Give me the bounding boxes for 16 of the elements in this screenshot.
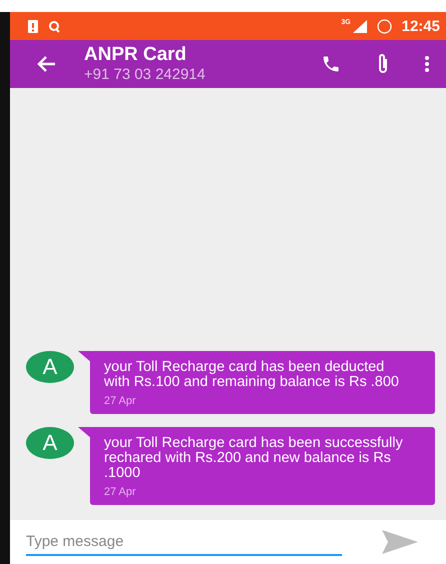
- avatar: A: [26, 427, 74, 459]
- attachment-button[interactable]: [376, 53, 390, 75]
- phone-number: +91 73 03 242914: [84, 66, 206, 84]
- signal-icon: [352, 20, 367, 32]
- circle-icon: [376, 18, 392, 34]
- message-date: 27 Apr: [104, 486, 137, 498]
- message-input[interactable]: Type message: [26, 528, 342, 556]
- message-text: your Toll Recharge card has been successfully rechared with Rs.200 and new balance is Rs .1000: [104, 436, 404, 481]
- alert-icon: [28, 20, 38, 32]
- clock: 12:45: [402, 18, 440, 34]
- avatar: A: [26, 351, 74, 383]
- contact-name: ANPR Card: [84, 44, 188, 66]
- more-options-button[interactable]: [424, 55, 430, 73]
- message-date: 27 Apr: [104, 395, 137, 407]
- message-text: your Toll Recharge card has been deducted with Rs.100 and remaining balance is Rs .800: [104, 360, 400, 390]
- back-button[interactable]: [36, 55, 56, 73]
